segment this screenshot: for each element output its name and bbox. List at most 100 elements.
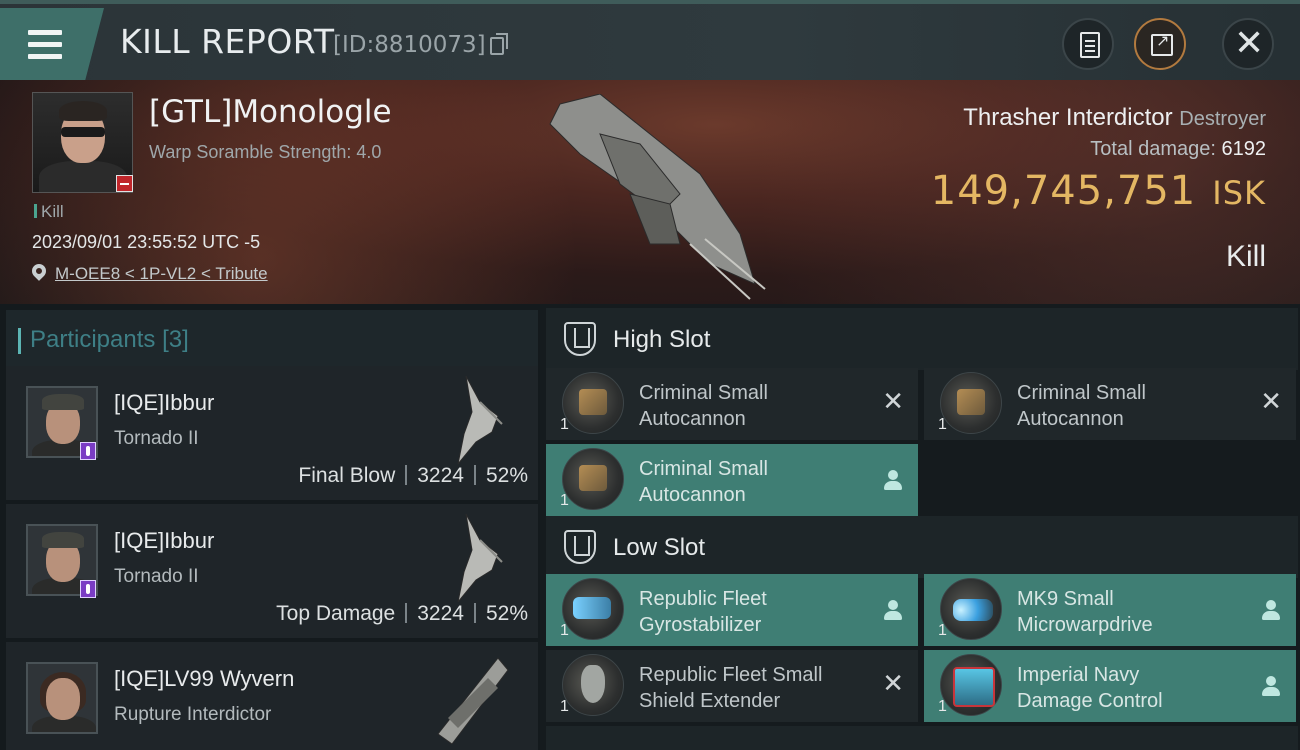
menu-button[interactable] (0, 8, 104, 80)
module-item[interactable]: 1 Imperial Navy Damage Control (924, 650, 1296, 722)
module-name-line: Criminal Small (639, 458, 768, 480)
module-name-line: Criminal Small (1017, 382, 1146, 404)
autocannon-icon (562, 372, 624, 434)
participant-name[interactable]: [IQE]Ibbur (114, 390, 214, 416)
module-name: Republic Fleet Gyrostabilizer (639, 586, 879, 638)
dropped-person-icon (1262, 600, 1280, 620)
fitting-panel: High Slot 1 Criminal Small Autocannon ✕ … (540, 304, 1300, 750)
module-name-line: Gyrostabilizer (639, 614, 762, 636)
module-name: Criminal Small Autocannon (639, 380, 879, 432)
module-item[interactable]: 1 Criminal Small Autocannon (546, 444, 918, 516)
module-qty: 1 (560, 492, 569, 509)
isk-value: 149,745,751 ISK (931, 168, 1266, 214)
destroyed-icon: ✕ (882, 386, 904, 416)
ship-class: Destroyer (1179, 108, 1266, 130)
menu-icon-bar (28, 54, 62, 59)
module-qty: 1 (560, 622, 569, 639)
high-slot-label: High Slot (613, 326, 711, 353)
participants-label: Participants (30, 326, 156, 353)
participant-ship: Tornado II (114, 566, 199, 587)
participant-ship-image (457, 513, 503, 603)
module-name-line: Criminal Small (639, 382, 768, 404)
module-qty: 1 (560, 698, 569, 715)
corp-badge-icon (80, 580, 96, 598)
module-qty: 1 (938, 416, 947, 433)
damage-control-icon (940, 654, 1002, 716)
destroyed-icon: ✕ (1260, 386, 1282, 416)
module-name: Criminal Small Autocannon (639, 456, 879, 508)
participant-damage: 3224 (417, 464, 464, 487)
module-item[interactable]: 1 Criminal Small Autocannon ✕ (546, 368, 918, 440)
module-name: MK9 Small Microwarpdrive (1017, 586, 1257, 638)
autocannon-icon (940, 372, 1002, 434)
high-slot-header: High Slot (546, 308, 1298, 370)
module-item[interactable]: 1 Criminal Small Autocannon ✕ (924, 368, 1296, 440)
close-button[interactable]: ✕ (1222, 18, 1274, 70)
participant-percent: 52% (485, 464, 528, 487)
microwarpdrive-icon (940, 578, 1002, 640)
clipboard-icon (1080, 32, 1100, 58)
module-name-line: Microwarpdrive (1017, 614, 1153, 636)
share-icon (1151, 31, 1173, 56)
participant-ship-image (457, 375, 503, 465)
kill-tag: Kill (34, 202, 64, 222)
kill-id: [ID:8810073] (333, 32, 486, 58)
module-item[interactable]: 1 Republic Fleet Gyrostabilizer (546, 574, 918, 646)
participant-ship: Rupture Interdictor (114, 704, 272, 725)
participants-header: Participants [3] (6, 310, 538, 368)
module-name-line: Imperial Navy (1017, 664, 1140, 686)
total-damage-value: 6192 (1221, 138, 1267, 160)
warp-scramble-strength: Warp Soramble Strength: 4.0 (149, 142, 382, 162)
isk-unit: ISK (1212, 174, 1266, 212)
module-qty: 1 (560, 416, 569, 433)
module-name: Criminal Small Autocannon (1017, 380, 1257, 432)
participant-stats: Final Blow 3224 52% (298, 464, 528, 488)
corp-badge-icon (80, 442, 96, 460)
module-name: Republic Fleet Small Shield Extender (639, 662, 879, 714)
isk-amount: 149,745,751 (930, 168, 1197, 214)
module-name-line: Damage Control (1017, 690, 1163, 712)
participant-role: Final Blow (298, 464, 396, 487)
module-name-line: Autocannon (639, 408, 746, 430)
participant-row[interactable]: [IQE]LV99 Wyvern Rupture Interdictor (6, 642, 538, 750)
kill-location-link[interactable]: M-OEE8 < 1P-VL2 < Tribute (55, 264, 268, 284)
participant-row[interactable]: [IQE]Ibbur Tornado II Top Damage 3224 52% (6, 504, 538, 638)
autocannon-icon (562, 448, 624, 510)
victim-ship-image (549, 94, 766, 300)
dropped-person-icon (1262, 676, 1280, 696)
destroyed-icon: ✕ (882, 668, 904, 698)
total-damage: Total damage: 6192 (1090, 138, 1266, 161)
participant-name[interactable]: [IQE]Ibbur (114, 528, 214, 554)
close-icon: ✕ (1234, 22, 1265, 63)
participants-title: Participants [3] (18, 326, 189, 354)
gyrostabilizer-icon (562, 578, 624, 640)
copy-icon[interactable] (490, 33, 508, 55)
module-name-line: Autocannon (1017, 408, 1124, 430)
victim-banner: [GTL]Monologle Warp Soramble Strength: 4… (0, 80, 1300, 304)
participant-name[interactable]: [IQE]LV99 Wyvern (114, 666, 294, 692)
header-bar: KILL REPORT [ID:8810073] ✕ (0, 0, 1300, 80)
dropped-person-icon (884, 600, 902, 620)
low-slot-icon (564, 530, 596, 564)
module-item[interactable]: 1 Republic Fleet Small Shield Extender ✕ (546, 650, 918, 722)
next-slot-header (546, 726, 1298, 750)
module-name-line: Republic Fleet Small (639, 664, 823, 686)
share-button[interactable] (1134, 18, 1186, 70)
module-name-line: Shield Extender (639, 690, 781, 712)
module-qty: 1 (938, 698, 947, 715)
module-name-line: Autocannon (639, 484, 746, 506)
ship-name-text: Thrasher Interdictor (963, 104, 1173, 131)
module-item[interactable]: 1 MK9 Small Microwarpdrive (924, 574, 1296, 646)
participant-row[interactable]: [IQE]Ibbur Tornado II Final Blow 3224 52% (6, 366, 538, 500)
page-title: KILL REPORT (120, 22, 335, 61)
low-slot-header: Low Slot (546, 516, 1298, 578)
module-name-line: MK9 Small (1017, 588, 1114, 610)
victim-name[interactable]: [GTL]Monologle (149, 94, 392, 130)
clipboard-button[interactable] (1062, 18, 1114, 70)
participants-count: [3] (162, 326, 189, 353)
avatar[interactable] (26, 662, 98, 734)
low-slot-label: Low Slot (613, 534, 706, 561)
high-slot-icon (564, 322, 596, 356)
participant-damage: 3224 (417, 602, 464, 625)
participant-ship-image (437, 657, 509, 744)
